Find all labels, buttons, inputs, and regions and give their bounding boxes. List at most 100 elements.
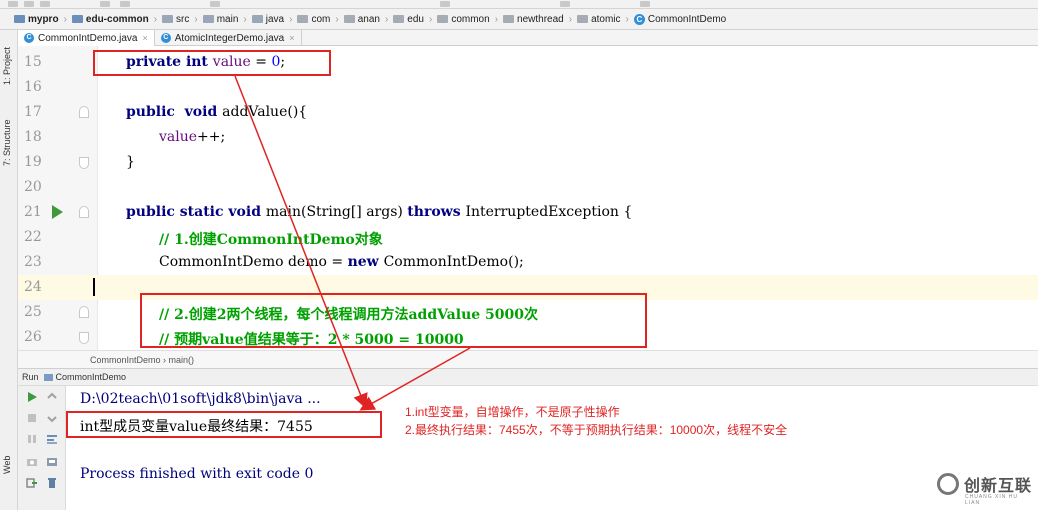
toolbar-button[interactable]	[8, 1, 18, 7]
breadcrumb-label: anan	[357, 13, 380, 25]
line-number: 17	[24, 104, 42, 120]
rerun-icon[interactable]	[26, 391, 38, 403]
code-line[interactable]: 22 // 1.创建CommonIntDemo对象	[18, 225, 1038, 250]
code-text: value++;	[159, 129, 225, 145]
toolbar-button[interactable]	[24, 1, 34, 7]
toolbar-button[interactable]	[100, 1, 110, 7]
code-line[interactable]: 17 public void addValue(){	[18, 100, 1038, 125]
close-icon[interactable]: ×	[289, 33, 294, 43]
breadcrumb-item[interactable]: java	[251, 9, 285, 29]
breadcrumb-item[interactable]: common	[437, 9, 490, 29]
close-icon[interactable]: ×	[142, 33, 147, 43]
fold-marker-icon[interactable]	[79, 106, 89, 118]
toolbar-button[interactable]	[40, 1, 50, 7]
toolbar-button[interactable]	[440, 1, 450, 7]
breadcrumb-item[interactable]: atomic	[577, 9, 621, 29]
run-toolbar	[18, 386, 66, 510]
tab-commonintdemo[interactable]: C CommonIntDemo.java ×	[18, 30, 155, 46]
line-number: 22	[24, 229, 42, 245]
code-token: void	[228, 204, 266, 220]
breadcrumb-label: java	[265, 13, 285, 25]
code-token: public	[126, 204, 180, 220]
code-line[interactable]: 23 CommonIntDemo demo = new CommonIntDemo…	[18, 250, 1038, 275]
code-text: // 1.创建CommonIntDemo对象	[159, 229, 383, 249]
breadcrumb-item[interactable]: edu	[393, 9, 424, 29]
print-icon[interactable]	[46, 456, 58, 468]
line-number: 21	[24, 204, 42, 220]
toolbar-button[interactable]	[640, 1, 650, 7]
soft-wrap-icon[interactable]	[46, 433, 58, 445]
breadcrumb-separator: ›	[568, 13, 573, 25]
breadcrumb-separator: ›	[625, 13, 629, 25]
code-text: CommonIntDemo demo = new CommonIntDemo()…	[159, 254, 524, 270]
code-token: main(String[] args)	[265, 204, 408, 220]
scroll-down-icon[interactable]	[46, 412, 58, 424]
breadcrumb-label: atomic	[591, 13, 621, 25]
tab-atomicintegerdemo[interactable]: C AtomicIntegerDemo.java ×	[155, 30, 302, 46]
toolbar-button[interactable]	[210, 1, 220, 7]
line-number: 15	[24, 54, 42, 70]
line-number: 23	[24, 254, 42, 270]
breadcrumb-item[interactable]: newthread	[503, 9, 564, 29]
breadcrumb-label: com	[311, 13, 331, 25]
run-label: Run	[22, 372, 39, 382]
toolbar-button[interactable]	[560, 1, 570, 7]
editor-breadcrumb[interactable]: CommonIntDemo › main()	[18, 350, 1038, 368]
module-folder-icon	[14, 15, 25, 23]
fold-marker-icon[interactable]	[79, 306, 89, 318]
code-text: public void addValue(){	[126, 104, 307, 120]
structure-tool-tab[interactable]: 7: Structure	[2, 108, 16, 178]
run-panel-header: Run CommonIntDemo	[18, 368, 1038, 386]
exit-icon[interactable]	[26, 477, 38, 489]
main-toolbar	[0, 0, 1038, 9]
line-number: 20	[24, 179, 42, 195]
class-icon: C	[160, 33, 171, 43]
code-token: static	[179, 204, 229, 220]
annotation-box-field	[93, 50, 331, 76]
fold-marker-icon[interactable]	[79, 206, 89, 218]
class-icon: C	[633, 13, 645, 25]
line-number: 18	[24, 129, 42, 145]
code-line[interactable]: 16	[18, 75, 1038, 100]
camera-icon[interactable]	[26, 456, 38, 468]
code-token: CommonIntDemo();	[383, 254, 524, 270]
breadcrumb-separator: ›	[194, 13, 198, 25]
package-icon	[297, 15, 309, 23]
breadcrumb-item[interactable]: src	[162, 9, 189, 29]
annotation-note-2: 2.最终执行结果：7455次，不等于预期执行结果：10000次，线程不安全	[405, 423, 788, 437]
breadcrumb-item[interactable]: edu-common	[71, 9, 149, 29]
annotation-box-result	[66, 411, 382, 438]
breadcrumb-label: edu	[407, 13, 424, 25]
code-line[interactable]: 18 value++;	[18, 125, 1038, 150]
toolbar-button[interactable]	[120, 1, 130, 7]
run-gutter-icon[interactable]	[52, 205, 63, 219]
line-number: 25	[24, 304, 42, 320]
code-line[interactable]: 20	[18, 175, 1038, 200]
stop-icon[interactable]	[26, 412, 38, 424]
breadcrumb-item[interactable]: com	[297, 9, 330, 29]
code-line[interactable]: 21 public static void main(String[] args)…	[18, 200, 1038, 225]
breadcrumb-item[interactable]: main	[202, 9, 239, 29]
breadcrumb-label: main	[216, 13, 239, 25]
code-line[interactable]: 19}	[18, 150, 1038, 175]
code-token: InterruptedException {	[465, 204, 633, 220]
breadcrumb-separator: ›	[494, 13, 499, 25]
code-token: CommonIntDemo demo =	[159, 254, 348, 270]
pause-icon[interactable]	[26, 433, 38, 445]
package-icon	[577, 15, 589, 23]
breadcrumb-item[interactable]: anan	[343, 9, 380, 29]
run-config-name[interactable]: CommonIntDemo	[56, 372, 127, 382]
web-tool-tab[interactable]: Web	[2, 450, 16, 480]
breadcrumb-item[interactable]: mypro	[14, 9, 59, 29]
breadcrumb-item[interactable]: C CommonIntDemo	[633, 9, 726, 29]
trash-icon[interactable]	[46, 477, 58, 489]
breadcrumb-separator: ›	[384, 13, 389, 25]
left-tool-strip: 1: Project 7: Structure Web	[0, 30, 18, 510]
fold-marker-icon[interactable]	[79, 332, 89, 344]
module-folder-icon	[71, 15, 83, 23]
code-token: // 1.创建CommonIntDemo对象	[159, 232, 383, 248]
project-tool-tab[interactable]: 1: Project	[2, 36, 16, 96]
scroll-up-icon[interactable]	[46, 391, 58, 403]
fold-marker-icon[interactable]	[79, 157, 89, 169]
breadcrumb-separator: ›	[153, 13, 158, 25]
